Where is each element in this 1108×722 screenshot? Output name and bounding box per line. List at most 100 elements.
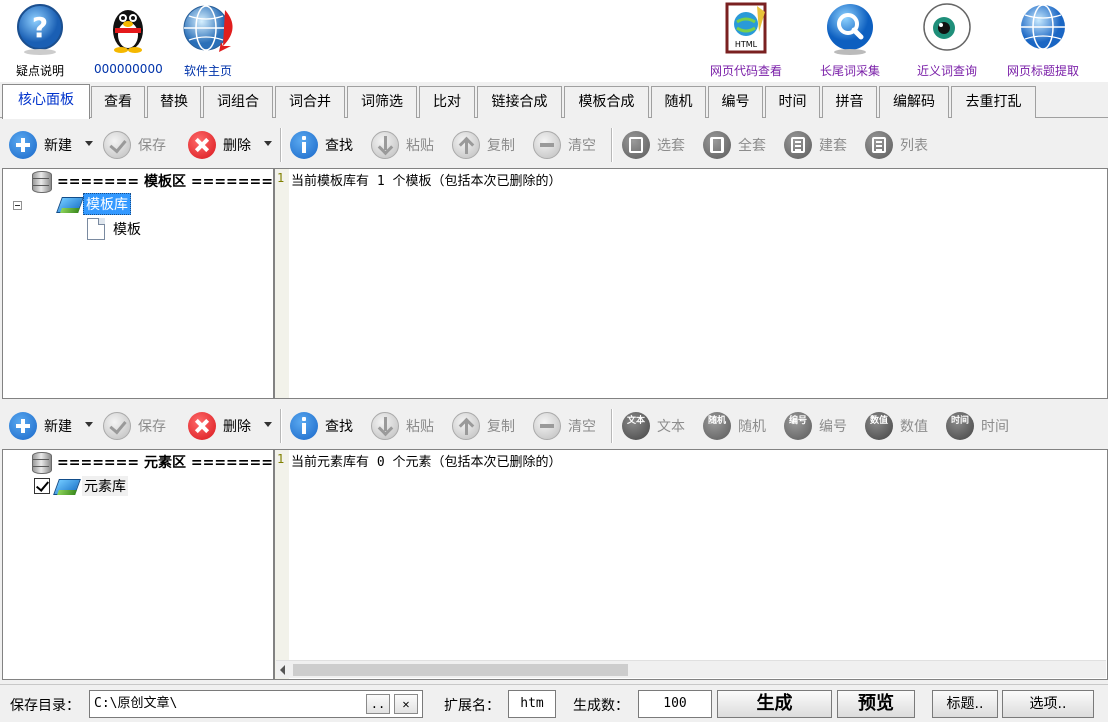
qq-button[interactable]: 000000000: [94, 0, 163, 82]
full-set-button[interactable]: 全套: [703, 130, 766, 160]
element-editor[interactable]: 1 当前元素库有 0 个元素（包括本次已删除的）: [274, 449, 1108, 680]
random-icon: 随机: [703, 412, 731, 440]
page-icon: [87, 218, 105, 240]
value-icon: 数值: [865, 412, 893, 440]
template-new-button[interactable]: 新建: [9, 130, 72, 160]
top-icon-bar: ? 疑点说明 000000000 软件主页 HTML 网页代码查看 长尾词采集 …: [0, 0, 1108, 82]
template-delete-button[interactable]: 删除: [188, 130, 251, 160]
horizontal-scrollbar[interactable]: [276, 660, 1106, 678]
title-settings-button[interactable]: 标题..: [932, 690, 998, 718]
template-root-label: ======= 模板区 =======: [57, 174, 273, 190]
element-save-button[interactable]: 保存: [103, 411, 166, 441]
collapse-toggle-icon[interactable]: [13, 201, 22, 210]
options-button[interactable]: 选项..: [1002, 690, 1094, 718]
element-paste-button[interactable]: 粘贴: [371, 411, 434, 441]
template-editor-text: 当前模板库有 1 个模板（包括本次已删除的）: [291, 174, 562, 189]
tab-replace[interactable]: 替换: [147, 86, 201, 118]
scroll-left-arrow-icon[interactable]: [280, 665, 285, 675]
scrollbar-thumb[interactable]: [293, 664, 628, 676]
list-button[interactable]: 列表: [865, 130, 928, 160]
element-library-checkbox[interactable]: [34, 478, 50, 494]
element-text-label: 文本: [657, 419, 685, 435]
select-set-button[interactable]: 选套: [622, 130, 685, 160]
help-button[interactable]: ? 疑点说明: [6, 0, 74, 82]
template-copy-button[interactable]: 复制: [452, 130, 515, 160]
qq-label: 000000000: [94, 62, 163, 76]
book-icon: [54, 475, 80, 497]
element-clear-button[interactable]: 清空: [533, 411, 596, 441]
template-editor[interactable]: 1 当前模板库有 1 个模板（包括本次已删除的）: [274, 168, 1108, 399]
tab-word-combine[interactable]: 词组合: [203, 86, 273, 118]
check-icon: [103, 412, 131, 440]
info-icon: [290, 131, 318, 159]
synonym-query-button[interactable]: 近义词查询: [910, 0, 984, 82]
tab-link-compose[interactable]: 链接合成: [477, 86, 562, 118]
tab-random[interactable]: 随机: [651, 86, 706, 118]
tab-core-panel[interactable]: 核心面板: [2, 84, 90, 119]
toolbar-separator: [280, 409, 281, 443]
element-root-label: ======= 元素区 =======: [57, 455, 273, 471]
eye-icon: [923, 3, 971, 51]
tab-encode-decode[interactable]: 编解码: [879, 86, 949, 118]
template-library-node[interactable]: 模板库: [57, 193, 131, 215]
html-document-icon: HTML: [725, 2, 767, 54]
element-new-dropdown[interactable]: [85, 422, 93, 427]
template-tree[interactable]: ======= 模板区 ======= 模板库 模板: [2, 168, 274, 399]
html-viewer-button[interactable]: HTML 网页代码查看: [706, 0, 786, 82]
ext-input[interactable]: htm: [508, 690, 556, 718]
browse-dir-button[interactable]: ..: [366, 694, 390, 714]
full-set-label: 全套: [738, 138, 766, 154]
plus-icon: [9, 131, 37, 159]
element-tree-root[interactable]: ======= 元素区 =======: [31, 451, 273, 474]
element-tree[interactable]: ======= 元素区 ======= 元素库: [2, 449, 274, 680]
homepage-button[interactable]: 软件主页: [172, 0, 244, 82]
element-library-node[interactable]: 元素库: [34, 475, 128, 497]
element-number-button[interactable]: 编号 编号: [784, 411, 847, 441]
arrow-up-icon: [452, 131, 480, 159]
save-dir-input[interactable]: C:\原创文章\ .. ✕: [89, 690, 423, 718]
arrow-down-icon: [371, 131, 399, 159]
template-delete-dropdown[interactable]: [264, 141, 272, 146]
element-text-button[interactable]: 文本 文本: [622, 411, 685, 441]
tab-word-merge[interactable]: 词合并: [275, 86, 345, 118]
generate-button[interactable]: 生成: [717, 690, 832, 718]
element-delete-dropdown[interactable]: [264, 422, 272, 427]
tab-pinyin[interactable]: 拼音: [822, 86, 877, 118]
template-paste-button[interactable]: 粘贴: [371, 130, 434, 160]
element-value-label: 数值: [900, 419, 928, 435]
tab-view[interactable]: 查看: [91, 86, 145, 118]
template-clear-button[interactable]: 清空: [533, 130, 596, 160]
info-icon: [290, 412, 318, 440]
template-tree-root[interactable]: ======= 模板区 =======: [31, 170, 273, 193]
line-number-gutter: [275, 169, 289, 398]
save-dir-label: 保存目录：: [10, 698, 80, 714]
element-new-label: 新建: [44, 419, 72, 435]
element-copy-button[interactable]: 复制: [452, 411, 515, 441]
element-new-button[interactable]: 新建: [9, 411, 72, 441]
title-extract-button[interactable]: 网页标题提取: [1000, 0, 1086, 82]
element-time-button[interactable]: 时间 时间: [946, 411, 1009, 441]
template-paste-label: 粘贴: [406, 138, 434, 154]
minus-icon: [533, 412, 561, 440]
longtail-collect-button[interactable]: 长尾词采集: [810, 0, 890, 82]
template-save-button[interactable]: 保存: [103, 130, 166, 160]
tab-numbering[interactable]: 编号: [708, 86, 763, 118]
tab-word-filter[interactable]: 词筛选: [347, 86, 417, 118]
tab-dedupe-shuffle[interactable]: 去重打乱: [951, 86, 1036, 118]
template-find-button[interactable]: 查找: [290, 130, 353, 160]
tab-time[interactable]: 时间: [765, 86, 820, 118]
tab-compare[interactable]: 比对: [419, 86, 475, 118]
tab-template-compose[interactable]: 模板合成: [564, 86, 649, 118]
build-set-button[interactable]: 建套: [784, 130, 847, 160]
clear-dir-button[interactable]: ✕: [394, 694, 418, 714]
element-delete-button[interactable]: 删除: [188, 411, 251, 441]
element-value-button[interactable]: 数值 数值: [865, 411, 928, 441]
template-node[interactable]: 模板: [87, 218, 141, 240]
template-new-dropdown[interactable]: [85, 141, 93, 146]
element-find-button[interactable]: 查找: [290, 411, 353, 441]
template-delete-label: 删除: [223, 138, 251, 154]
preview-button[interactable]: 预览: [837, 690, 915, 718]
text-icon: 文本: [622, 412, 650, 440]
count-input[interactable]: 100: [638, 690, 712, 718]
element-random-button[interactable]: 随机 随机: [703, 411, 766, 441]
